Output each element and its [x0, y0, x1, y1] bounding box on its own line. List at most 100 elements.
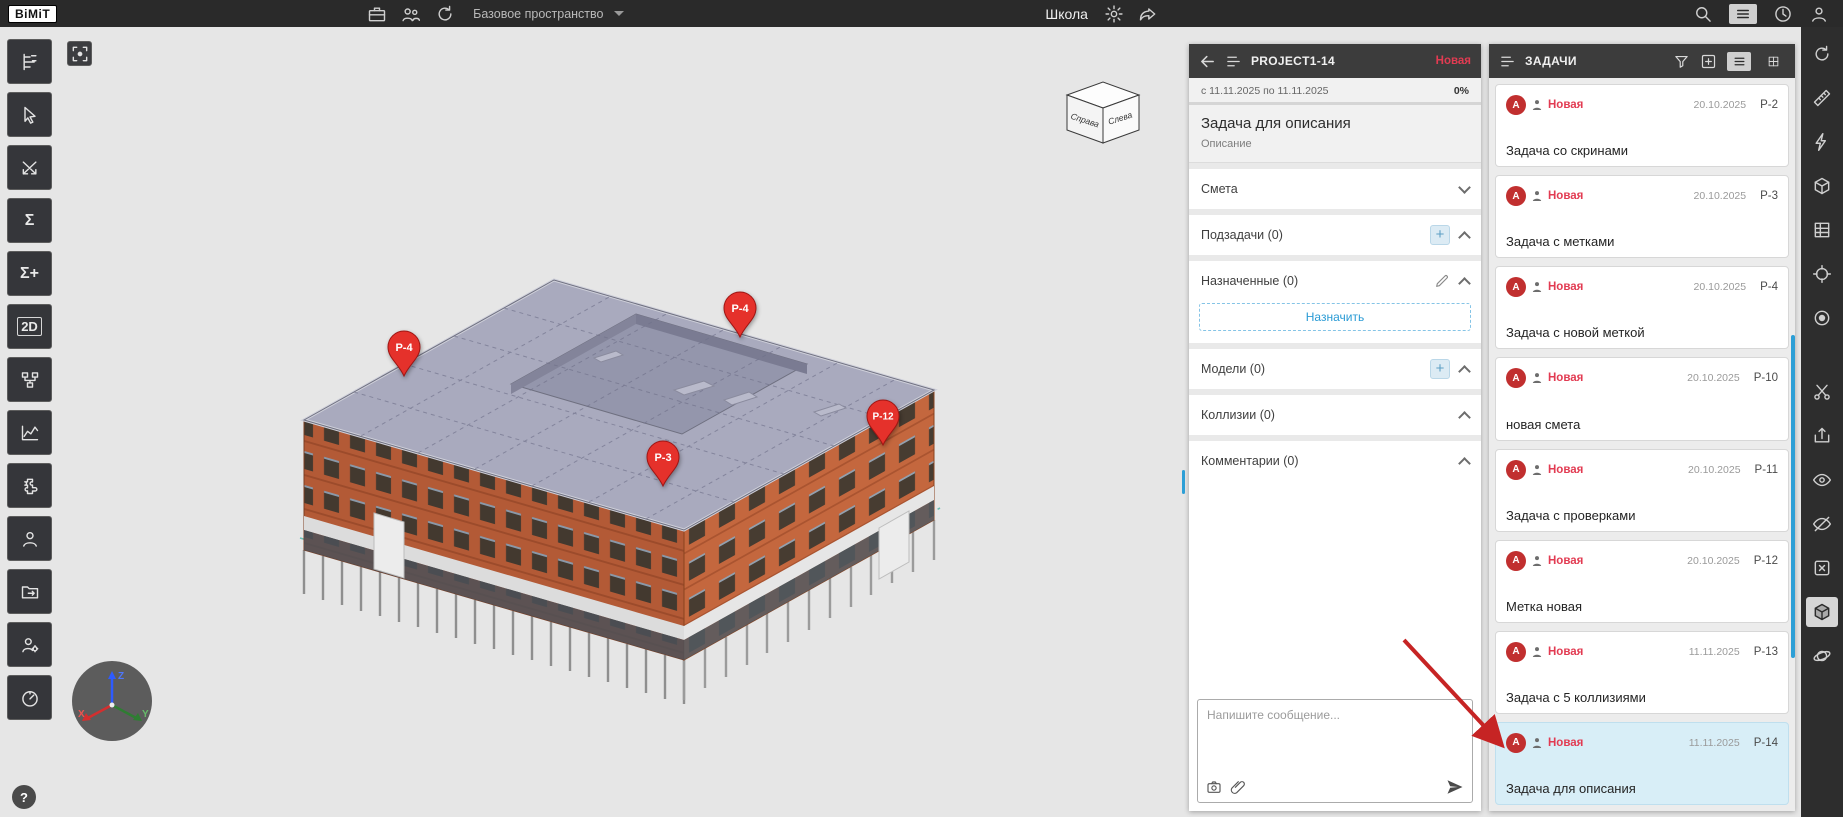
task-card[interactable]: A Новая 20.10.2025 P-10 новая смета [1495, 357, 1789, 440]
detail-date-range: с 11.11.2025 по 11.11.2025 [1201, 85, 1329, 97]
add-subtask-button[interactable]: + [1430, 225, 1450, 245]
share-icon[interactable] [1138, 4, 1158, 24]
assign-button[interactable]: Назначить [1199, 303, 1471, 331]
section-label: Назначенные (0) [1201, 274, 1298, 288]
axis-y-label: Y [142, 709, 149, 720]
model-view-button[interactable] [1806, 171, 1838, 201]
sum-add-button[interactable]: Σ+ [7, 251, 52, 296]
section-assigned-header[interactable]: Назначенные (0) [1189, 261, 1481, 301]
view-cube[interactable]: Справа Слева [1055, 75, 1147, 147]
focus-model-button[interactable] [67, 41, 92, 66]
main-menu-button[interactable] [1729, 4, 1757, 24]
marker-pin[interactable]: P-3 [644, 440, 682, 488]
add-task-icon[interactable] [1700, 53, 1717, 70]
section-cut-button[interactable] [1806, 377, 1838, 407]
marker-pin[interactable]: P-12 [864, 399, 902, 447]
viewport-3d[interactable]: P-4 P-4 P-3 P-12 Справа Слева [59, 27, 1189, 817]
orbit-icon [1812, 646, 1832, 666]
hide-button[interactable] [1806, 509, 1838, 539]
task-date: 11.11.2025 [1689, 646, 1740, 658]
gauge-button[interactable] [7, 675, 52, 720]
model-tree-button[interactable] [7, 39, 52, 84]
eye-off-icon [1812, 514, 1832, 534]
edit-pencil-icon[interactable] [1434, 273, 1450, 289]
section-estimate-header[interactable]: Смета [1189, 169, 1481, 209]
plugins-button[interactable] [7, 463, 52, 508]
task-card-selected[interactable]: A Новая 11.11.2025 P-14 Задача для описа… [1495, 722, 1789, 805]
search-icon[interactable] [1693, 4, 1713, 24]
task-card[interactable]: A Новая 20.10.2025 P-12 Метка новая [1495, 540, 1789, 623]
export-model-button[interactable] [1806, 421, 1838, 451]
task-card[interactable]: A Новая 20.10.2025 P-2 Задача со скринам… [1495, 84, 1789, 167]
camera-icon[interactable] [1206, 779, 1222, 795]
section-assigned: Назначенные (0) Назначить [1189, 261, 1481, 343]
sum-button[interactable]: Σ [7, 198, 52, 243]
add-model-button[interactable]: + [1430, 359, 1450, 379]
user-settings-button[interactable] [7, 622, 52, 667]
filter-icon[interactable] [1673, 53, 1690, 70]
profile-icon[interactable] [1809, 4, 1829, 24]
avatar: A [1506, 642, 1526, 662]
clear-selection-button[interactable] [1806, 553, 1838, 583]
sort-icon[interactable] [1499, 53, 1516, 70]
line-chart-icon [20, 423, 40, 443]
structure-button[interactable] [7, 357, 52, 402]
marker-pin[interactable]: P-4 [385, 330, 423, 378]
grid-view-button[interactable] [1761, 52, 1785, 71]
projects-icon[interactable] [367, 4, 387, 24]
task-card[interactable]: A Новая 11.11.2025 P-13 Задача с 5 колли… [1495, 631, 1789, 714]
task-card[interactable]: A Новая 20.10.2025 P-3 Задача с метками [1495, 175, 1789, 258]
section-models-header[interactable]: Модели (0) + [1189, 349, 1481, 389]
user-button[interactable] [7, 516, 52, 561]
section-subtasks-header[interactable]: Подзадачи (0) + [1189, 215, 1481, 255]
orbit-button[interactable] [1806, 641, 1838, 671]
tasks-scrollbar[interactable] [1791, 335, 1795, 658]
section-collisions-header[interactable]: Коллизии (0) [1189, 395, 1481, 435]
settings-gear-icon[interactable] [1104, 4, 1124, 24]
back-arrow-icon[interactable] [1199, 53, 1216, 70]
chevron-down-icon[interactable] [1458, 181, 1471, 194]
section-comments: Комментарии (0) [1189, 441, 1481, 811]
chevron-up-icon[interactable] [1458, 277, 1471, 290]
task-list-icon[interactable] [1225, 53, 1242, 70]
table-button[interactable] [1806, 215, 1838, 245]
share-model-button[interactable] [7, 569, 52, 614]
crossing-arrows-icon [20, 158, 40, 178]
axis-gizmo[interactable]: Z X Y [70, 659, 154, 743]
avatar: A [1506, 460, 1526, 480]
measure-button[interactable] [1806, 83, 1838, 113]
task-card[interactable]: A Новая 20.10.2025 P-11 Задача с проверк… [1495, 449, 1789, 532]
sync-view-button[interactable] [1806, 39, 1838, 69]
detail-panel-header: PROJECT1-14 Новая [1189, 44, 1481, 78]
target-button[interactable] [1806, 259, 1838, 289]
view-2d-button[interactable]: 2D [7, 304, 52, 349]
task-card[interactable]: A Новая 20.10.2025 P-4 Задача с новой ме… [1495, 266, 1789, 349]
charts-button[interactable] [7, 410, 52, 455]
cube-tool-button[interactable] [1806, 597, 1838, 627]
list-view-button[interactable] [1727, 52, 1751, 71]
marker-pin[interactable]: P-4 [721, 291, 759, 339]
attach-icon[interactable] [1230, 779, 1246, 795]
chevron-up-icon[interactable] [1458, 457, 1471, 470]
section-collisions: Коллизии (0) [1189, 395, 1481, 435]
teams-icon[interactable] [401, 4, 421, 24]
history-icon[interactable] [1773, 4, 1793, 24]
quick-actions-button[interactable] [1806, 127, 1838, 157]
comment-input[interactable] [1198, 700, 1472, 774]
chevron-up-icon[interactable] [1458, 411, 1471, 424]
collisions-button[interactable] [7, 145, 52, 190]
show-button[interactable] [1806, 465, 1838, 495]
send-icon[interactable] [1446, 778, 1464, 796]
section-comments-header[interactable]: Комментарии (0) [1189, 441, 1481, 481]
hamburger-icon [1735, 7, 1751, 21]
sync-model-icon[interactable] [435, 4, 455, 24]
chevron-up-icon[interactable] [1458, 365, 1471, 378]
workspace-selector[interactable]: Базовое пространство [473, 7, 663, 21]
task-status: Новая [1548, 281, 1583, 293]
marker-label: P-3 [654, 452, 671, 464]
help-button[interactable]: ? [12, 785, 36, 809]
record-button[interactable] [1806, 303, 1838, 333]
grid-icon [1812, 220, 1832, 240]
chevron-up-icon[interactable] [1458, 231, 1471, 244]
select-point-button[interactable] [7, 92, 52, 137]
